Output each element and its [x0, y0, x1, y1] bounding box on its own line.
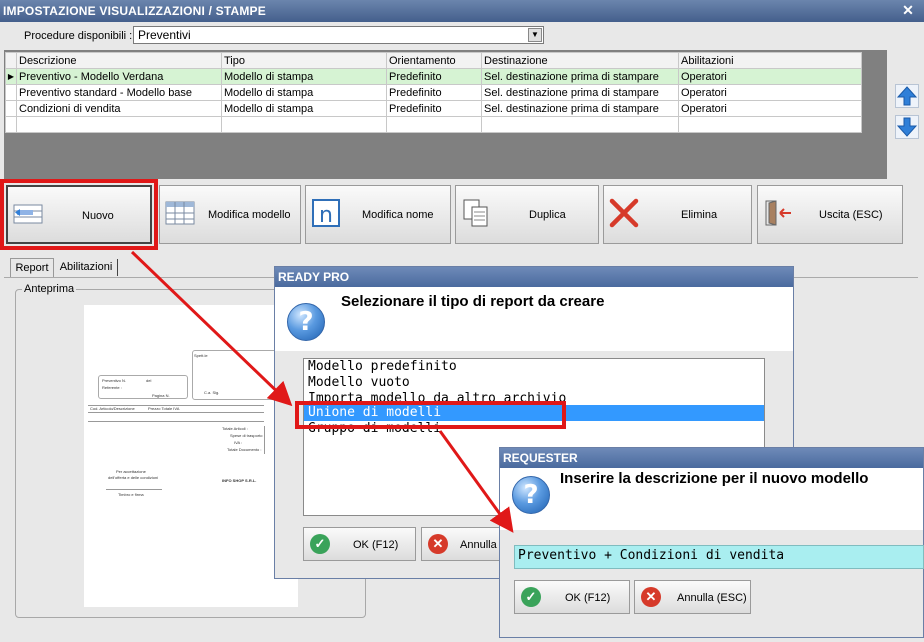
annotation-arrows	[130, 250, 514, 533]
arrow-annotation-2	[438, 430, 514, 533]
arrow-annotation-1	[130, 250, 293, 407]
